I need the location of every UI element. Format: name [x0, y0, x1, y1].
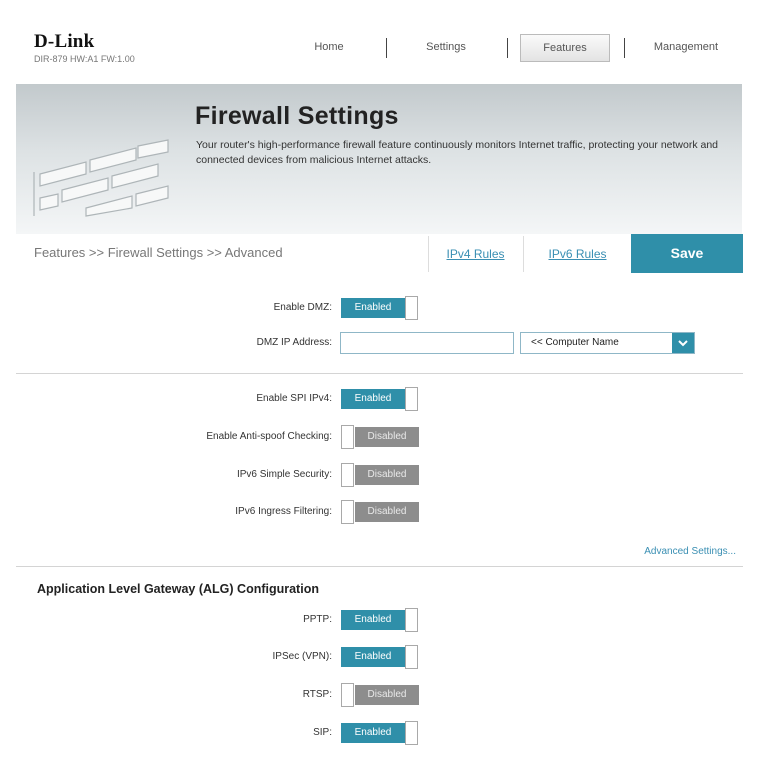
breadcrumb: Features >> Firewall Settings >> Advance… [34, 245, 283, 260]
chevron-down-icon[interactable] [672, 333, 694, 353]
computer-name-select[interactable]: << Computer Name [520, 332, 695, 354]
toggle-knob [405, 608, 418, 632]
section-divider [16, 566, 743, 567]
toggle-knob [341, 463, 354, 487]
toggle-knob [341, 425, 354, 449]
nav-settings[interactable]: Settings [410, 34, 482, 60]
computer-name-selected: << Computer Name [531, 337, 619, 348]
toggle-knob [341, 683, 354, 707]
alg-section-heading: Application Level Gateway (ALG) Configur… [37, 582, 319, 596]
page-description: Your router's high-performance firewall … [196, 139, 719, 166]
dmz-ip-input[interactable] [340, 332, 514, 354]
toggle-state: Disabled [355, 685, 419, 705]
enable-dmz-toggle[interactable]: Enabled [341, 296, 419, 320]
nav-home[interactable]: Home [296, 34, 362, 60]
nav-separator [507, 38, 508, 58]
toggle-knob [341, 500, 354, 524]
tab-ipv6-rules[interactable]: IPv6 Rules [523, 236, 631, 272]
toggle-state: Enabled [341, 389, 405, 409]
toggle-state: Disabled [355, 427, 419, 447]
pptp-toggle[interactable]: Enabled [341, 608, 419, 632]
toggle-knob [405, 296, 418, 320]
ipv6-ingress-filtering-label: IPv6 Ingress Filtering: [235, 506, 332, 517]
sip-label: SIP: [313, 727, 332, 738]
nav-features[interactable]: Features [520, 34, 610, 62]
enable-spi-ipv4-toggle[interactable]: Enabled [341, 387, 419, 411]
brick-wall-icon [33, 139, 169, 217]
ipsec-vpn-toggle[interactable]: Enabled [341, 645, 419, 669]
toggle-state: Disabled [355, 465, 419, 485]
enable-spi-ipv4-label: Enable SPI IPv4: [256, 393, 332, 404]
advanced-settings-link[interactable]: Advanced Settings... [644, 546, 736, 557]
nav-separator [624, 38, 625, 58]
ipsec-vpn-label: IPSec (VPN): [272, 651, 332, 662]
toggle-state: Enabled [341, 647, 405, 667]
toggle-state: Enabled [341, 610, 405, 630]
toggle-state: Enabled [341, 298, 405, 318]
rtsp-label: RTSP: [302, 689, 332, 700]
pptp-label: PPTP: [303, 614, 332, 625]
dmz-ip-label: DMZ IP Address: [256, 337, 332, 348]
dlink-logo: D-Link [34, 31, 95, 52]
ipv6-simple-security-toggle[interactable]: Disabled [341, 463, 419, 487]
section-divider [16, 373, 743, 374]
toggle-knob [405, 721, 418, 745]
model-info: DIR-879 HW:A1 FW:1.00 [34, 54, 135, 64]
toggle-knob [405, 387, 418, 411]
rtsp-toggle[interactable]: Disabled [341, 683, 419, 707]
page-title: Firewall Settings [195, 102, 399, 130]
enable-antispoof-toggle[interactable]: Disabled [341, 425, 419, 449]
sip-toggle[interactable]: Enabled [341, 721, 419, 745]
tab-ipv4-rules[interactable]: IPv4 Rules [428, 236, 522, 272]
ipv6-simple-security-label: IPv6 Simple Security: [236, 469, 332, 480]
toggle-state: Disabled [355, 502, 419, 522]
toggle-knob [405, 645, 418, 669]
ipv6-ingress-filtering-toggle[interactable]: Disabled [341, 500, 419, 524]
enable-dmz-label: Enable DMZ: [273, 302, 332, 313]
nav-separator [386, 38, 387, 58]
toggle-state: Enabled [341, 723, 405, 743]
save-button[interactable]: Save [631, 234, 743, 273]
nav-management[interactable]: Management [640, 34, 732, 60]
enable-antispoof-label: Enable Anti-spoof Checking: [206, 431, 332, 442]
